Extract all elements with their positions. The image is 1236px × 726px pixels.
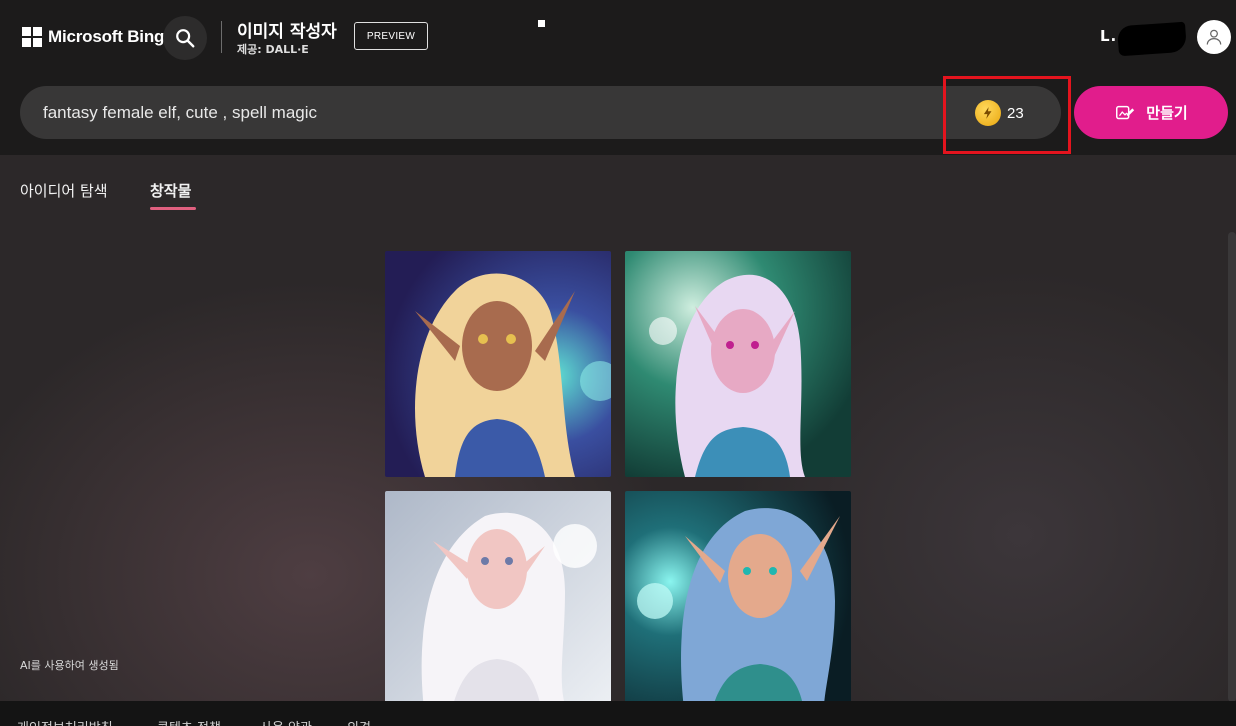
preview-badge[interactable]: PREVIEW [354,22,428,50]
generated-image-1[interactable] [385,251,611,477]
footer: 개인정보처리방침 콘텐츠 정책 사용 약관 의견 [0,701,1236,726]
create-icon [1116,105,1135,119]
top-bar: Microsoft Bing 이미지 작성자 제공: DALL·E PREVIE… [0,0,1236,155]
footer-link-privacy[interactable]: 개인정보처리방침 [17,717,113,726]
user-icon [1206,29,1222,45]
create-button[interactable]: 만들기 [1074,86,1228,139]
tab-explore-ideas[interactable]: 아이디어 탐색 [20,180,108,201]
footer-link-terms[interactable]: 사용 약관 [260,717,312,726]
footer-link-feedback[interactable]: 의견 [347,717,371,726]
avatar[interactable] [1197,20,1231,54]
app-title: 이미지 작성자 [237,22,337,42]
app-subtitle: 제공: DALL·E [237,43,309,56]
ai-generated-note: AI를 사용하여 생성됨 [20,659,119,672]
header-divider [221,21,222,53]
content-area [0,155,1236,701]
prompt-input[interactable] [43,86,923,139]
generated-image-2[interactable] [625,251,851,477]
scrollbar[interactable] [1228,232,1236,702]
generated-image-3[interactable] [385,491,611,717]
redaction-mark [1117,21,1187,57]
footer-link-content-policy[interactable]: 콘텐츠 정책 [157,717,221,726]
tab-creations[interactable]: 창작물 [150,180,191,201]
generated-image-4[interactable] [625,491,851,717]
active-tab-indicator [150,207,196,210]
prompt-bar [20,86,1061,139]
create-label: 만들기 [1146,104,1188,122]
search-icon [176,29,195,48]
search-icon-button[interactable] [163,16,207,60]
brand-name[interactable]: Microsoft Bing [48,27,164,47]
microsoft-logo-icon[interactable] [22,27,42,47]
highlight-box [943,76,1071,154]
decorative-dot [538,20,545,27]
